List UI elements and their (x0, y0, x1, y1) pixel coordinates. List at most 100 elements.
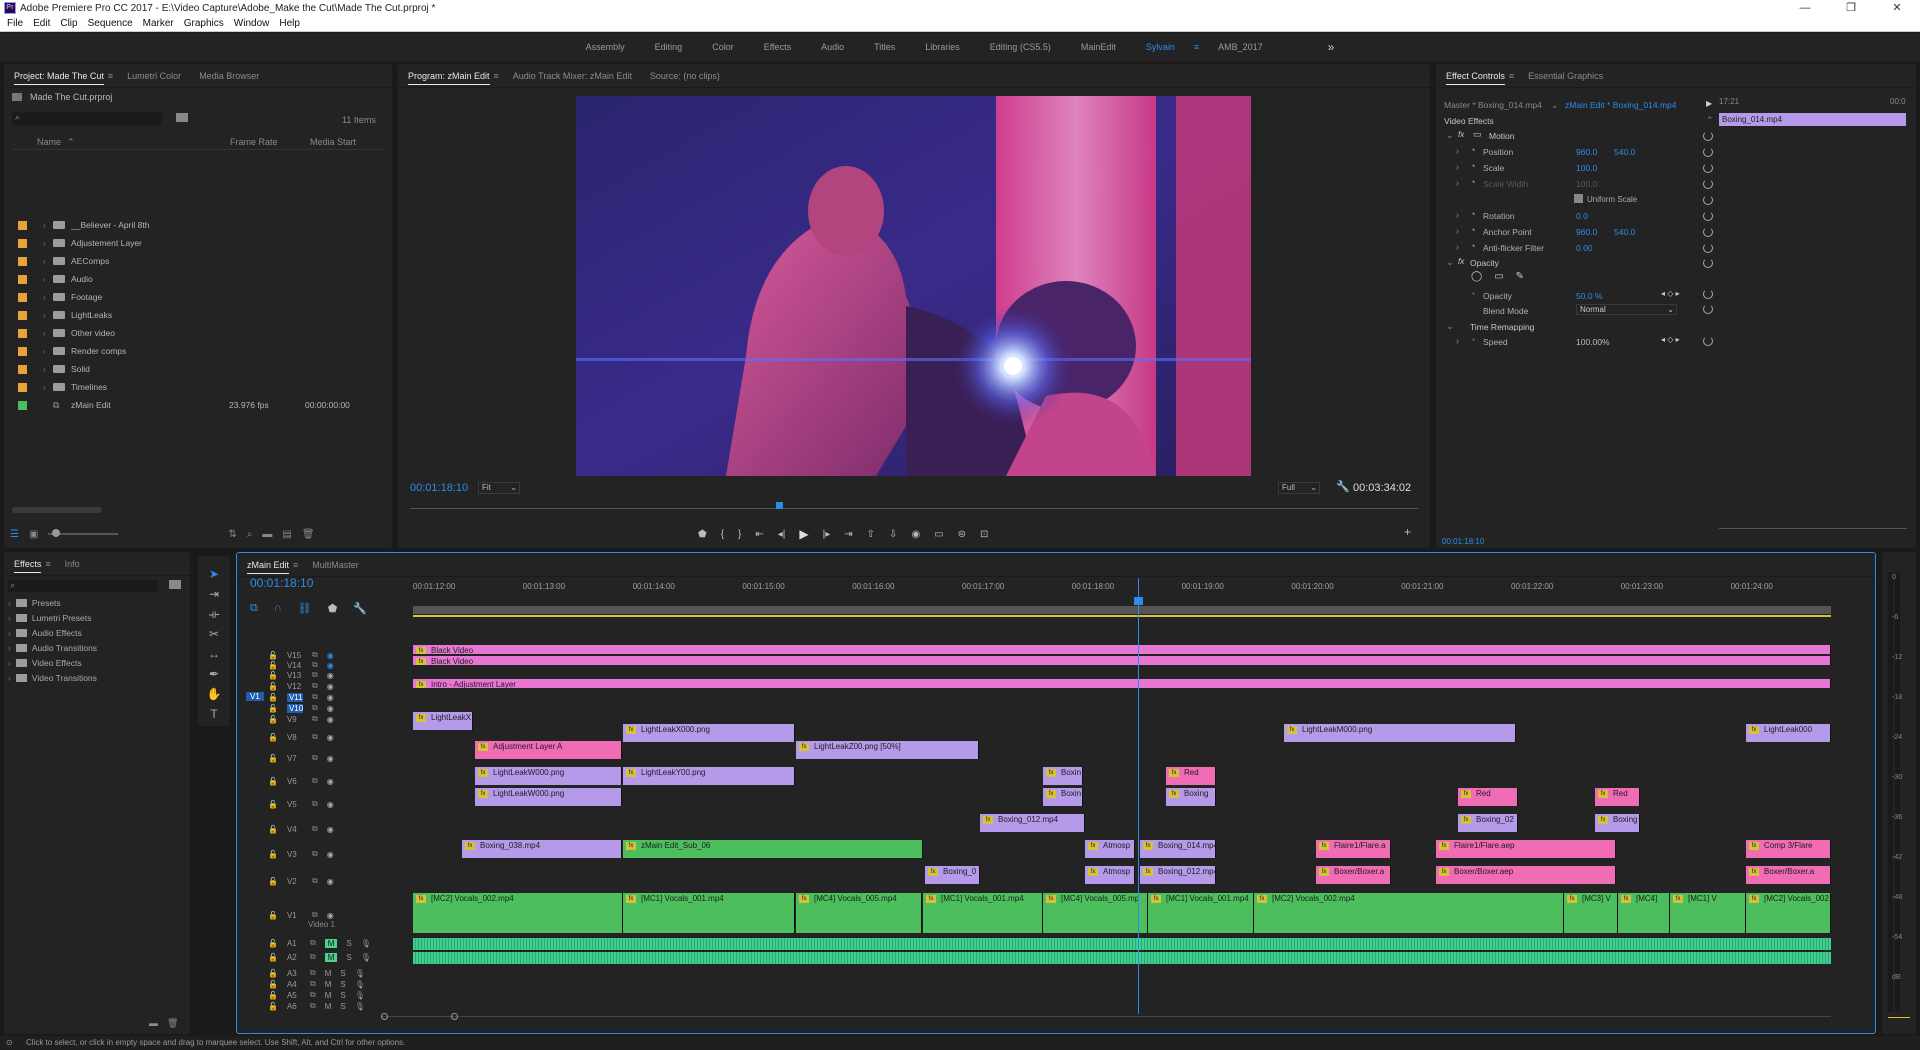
tab-effect-controls[interactable]: Effect Controls (1442, 64, 1519, 88)
sync-lock-icon[interactable]: ⧉ (312, 681, 318, 691)
stopwatch-icon[interactable]: ◔ (1470, 177, 1475, 187)
nest-toggle-icon[interactable]: ⧉ (250, 602, 258, 615)
timeline-settings-icon[interactable]: 🔧 (353, 602, 367, 615)
menu-window[interactable]: Window (229, 18, 275, 29)
eye-icon[interactable]: ◉ (327, 715, 334, 724)
eye-icon[interactable]: ◉ (327, 777, 334, 786)
source-patch-v1[interactable]: V1 (246, 692, 264, 701)
timeline-clip[interactable]: fx Boxin (1043, 788, 1083, 806)
motion-transform-icon[interactable]: ▭ (1473, 129, 1482, 140)
tab-lumetri-color[interactable]: Lumetri Color (123, 64, 195, 88)
ec-zoom-scrollbar[interactable] (1719, 528, 1907, 532)
new-bin-icon[interactable]: ▬ (149, 1018, 158, 1028)
sync-lock-icon[interactable]: ⧉ (312, 703, 318, 713)
mute-button[interactable]: M (324, 952, 338, 962)
solo-button[interactable]: S (346, 953, 351, 962)
timeline-clip[interactable]: fx [MC2] Vocals_002.mp4 (1254, 893, 1564, 933)
program-scrubber[interactable] (410, 502, 1418, 512)
expand-arrow-icon[interactable]: › (43, 365, 53, 374)
timeline-clip[interactable]: fx [MC2] Vocals_002.mp4 (413, 893, 623, 933)
snap-icon[interactable]: ∩ (274, 602, 282, 615)
eye-icon[interactable]: ◉ (327, 825, 334, 834)
project-item[interactable]: › Timelines (18, 378, 388, 396)
timeline-clip[interactable]: fx LightLeakW000.png (475, 788, 622, 806)
lock-icon[interactable]: 🔓 (268, 671, 278, 680)
eye-icon[interactable]: ◉ (327, 877, 334, 886)
sync-lock-icon[interactable]: ⧉ (312, 776, 318, 786)
minimize-button[interactable]: — (1782, 0, 1828, 16)
expand-arrow-icon[interactable]: › (8, 598, 11, 608)
rectangle-mask-icon[interactable]: ▭ (1494, 271, 1503, 282)
blend-mode-dropdown[interactable]: Normal ⌄ (1576, 304, 1677, 315)
effects-search-input[interactable]: ⌕ (8, 580, 158, 592)
timeline-clip[interactable]: fx Flaire1/Flare.a (1316, 840, 1391, 858)
expand-property-icon[interactable]: › (1456, 242, 1459, 252)
video-track-header[interactable]: 🔓 V3 ⧉ ◉ (268, 849, 348, 859)
ec-property-value[interactable]: 100.0 (1576, 163, 1597, 173)
lock-icon[interactable]: 🔓 (268, 651, 278, 660)
project-item[interactable]: › Audio (18, 270, 388, 288)
menu-help[interactable]: Help (274, 18, 305, 29)
video-track-header[interactable]: 🔓 V6 ⧉ ◉ (268, 776, 348, 786)
timeline-clip[interactable]: fx [MC3] V (1564, 893, 1618, 933)
tab-project[interactable]: Project: Made The Cut (10, 64, 118, 88)
timeline-clip[interactable]: fx Boxing_012.mp4 (980, 814, 1085, 832)
new-bin-icon[interactable]: ▬ (262, 529, 272, 540)
audio-track-header[interactable]: 🔓 A5 ⧉ M S 🎙 (268, 990, 408, 1000)
workspace-audio[interactable]: Audio (806, 42, 859, 52)
add-marker-icon[interactable]: ⬟ (698, 529, 707, 540)
workspace-more-icon[interactable]: » (1278, 40, 1350, 54)
ripple-edit-tool-icon[interactable]: ⟛ (206, 606, 222, 622)
timeline-clip[interactable]: fx Boxer/Boxer.aep (1436, 866, 1616, 884)
solo-button[interactable]: S (340, 991, 345, 1000)
timeline-clip[interactable]: fx Boxing_0 (925, 866, 980, 884)
menu-marker[interactable]: Marker (138, 18, 179, 29)
expand-arrow-icon[interactable]: › (43, 221, 53, 230)
mute-button[interactable]: M (325, 1002, 332, 1011)
menu-sequence[interactable]: Sequence (83, 18, 138, 29)
playhead-handle[interactable] (1134, 597, 1143, 605)
play-button-icon[interactable]: ▶ (799, 527, 808, 541)
timeline-clip[interactable]: fx [MC1] Vocals_001.mp4 (1148, 893, 1254, 933)
ec-sequence-clip[interactable]: zMain Edit * Boxing_014.mp4 (1565, 100, 1677, 110)
stopwatch-icon[interactable]: ◔ (1470, 161, 1475, 171)
voiceover-record-icon[interactable]: 🎙 (361, 953, 371, 962)
video-track-header[interactable]: 🔓 V10 ⧉ ◉ (268, 703, 348, 713)
reset-parameter-icon[interactable] (1703, 195, 1713, 205)
timeline-clip[interactable]: fx Intro - Adjustment Layer (413, 679, 1831, 688)
video-track-header[interactable]: 🔓 V13 ⧉ ◉ (268, 670, 348, 680)
workspace-titles[interactable]: Titles (859, 42, 910, 52)
sync-lock-icon[interactable]: ⧉ (312, 650, 318, 660)
video-track-header[interactable]: 🔓 V7 ⧉ ◉ (268, 753, 348, 763)
lock-icon[interactable]: 🔓 (268, 704, 278, 713)
ec-master-clip[interactable]: Master * Boxing_014.mp4 (1444, 100, 1542, 110)
voiceover-record-icon[interactable]: 🎙 (355, 969, 365, 978)
maximize-button[interactable]: ❐ (1828, 0, 1874, 16)
reset-parameter-icon[interactable] (1703, 227, 1713, 237)
eye-icon[interactable]: ◉ (327, 661, 334, 670)
audio-clip-waveform[interactable] (413, 952, 1831, 964)
expand-arrow-icon[interactable]: › (8, 658, 11, 668)
sync-lock-icon[interactable]: ⧉ (312, 799, 318, 809)
reset-parameter-icon[interactable] (1703, 131, 1713, 141)
timeline-clip[interactable]: fx Red (1166, 767, 1216, 785)
settings-wrench-icon[interactable]: 🔧 (1336, 480, 1350, 493)
ellipse-mask-icon[interactable]: ◯ (1471, 271, 1482, 282)
solo-button[interactable]: S (346, 939, 351, 948)
project-item[interactable]: › AEComps (18, 252, 388, 270)
lock-icon[interactable]: 🔓 (268, 911, 278, 920)
reset-parameter-icon[interactable] (1703, 289, 1713, 299)
new-bin-from-search-icon[interactable] (176, 113, 188, 122)
tab-multimaster[interactable]: MultiMaster (308, 553, 373, 577)
label-color-chip[interactable] (18, 346, 27, 356)
ec-play-audio-icon[interactable]: ▶ (1706, 99, 1712, 108)
label-color-chip[interactable] (18, 274, 27, 284)
comparison-view-icon[interactable]: ▭ (934, 529, 943, 540)
effects-folder[interactable]: › Video Effects (8, 658, 82, 668)
stopwatch-icon[interactable]: ◔ (1470, 225, 1475, 235)
label-color-chip[interactable] (18, 292, 27, 302)
video-track-header[interactable]: 🔓 V12 ⧉ ◉ (268, 681, 348, 691)
expand-arrow-icon[interactable]: › (43, 239, 53, 248)
expand-motion-icon[interactable]: ⌄ (1446, 130, 1454, 141)
timeline-clip[interactable]: fx Black Video (413, 656, 1831, 665)
